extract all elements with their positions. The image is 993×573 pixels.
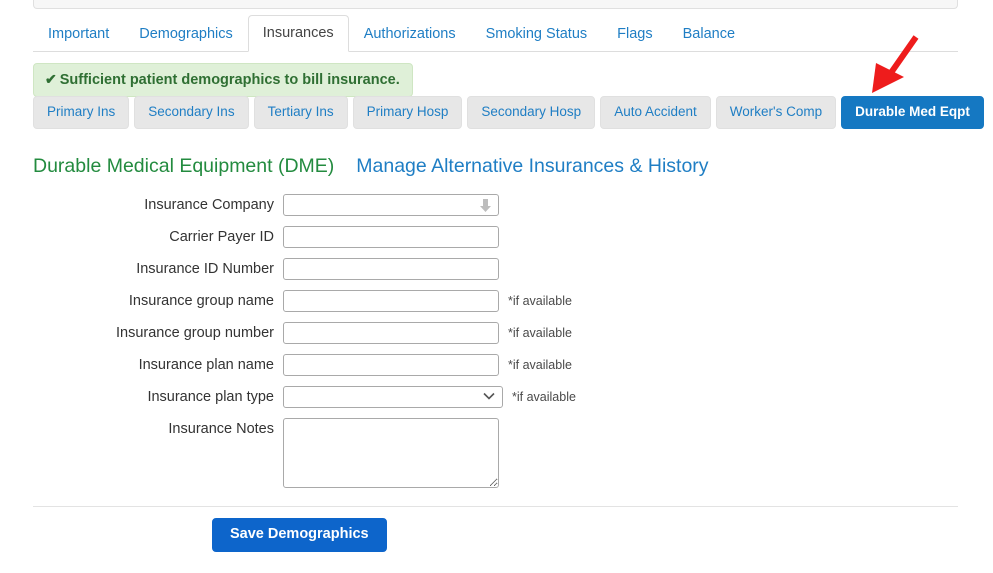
status-banner-demographics: ✔ Sufficient patient demographics to bill… (33, 63, 413, 97)
carrier-payer-id-input[interactable] (283, 226, 499, 248)
hint-insurance-plan-name: *if available (508, 358, 572, 372)
insurance-plan-type-select[interactable] (283, 386, 503, 408)
status-banner-text: Sufficient patient demographics to bill … (59, 72, 400, 88)
subtab-secondary-ins[interactable]: Secondary Ins (134, 96, 249, 129)
form-row-carrier-payer-id: Carrier Payer ID (0, 226, 993, 248)
label-insurance-id-number: Insurance ID Number (136, 261, 274, 277)
insurance-id-number-input[interactable] (283, 258, 499, 280)
form-row-insurance-plan-name: Insurance plan name *if available (0, 354, 993, 376)
save-demographics-button[interactable]: Save Demographics (212, 518, 387, 552)
label-insurance-group-name: Insurance group name (128, 293, 274, 309)
hint-insurance-group-name: *if available (508, 294, 572, 308)
label-insurance-group-number: Insurance group number (116, 325, 274, 341)
label-insurance-notes: Insurance Notes (168, 421, 274, 437)
subtab-tertiary-ins[interactable]: Tertiary Ins (253, 96, 348, 129)
subtab-workers-comp[interactable]: Worker's Comp (715, 96, 837, 129)
subtab-primary-ins[interactable]: Primary Ins (33, 96, 130, 129)
label-insurance-plan-name: Insurance plan name (138, 357, 274, 373)
manage-alternative-insurances-link[interactable]: Manage Alternative Insurances & History (356, 154, 708, 178)
top-panel-edge (33, 0, 958, 9)
form-row-insurance-id-number: Insurance ID Number (0, 258, 993, 280)
form-row-insurance-company: Insurance Company (0, 194, 993, 216)
label-carrier-payer-id: Carrier Payer ID (169, 229, 274, 245)
insurance-plan-name-input[interactable] (283, 354, 499, 376)
page-title: Durable Medical Equipment (DME) (33, 155, 335, 177)
tab-insurances[interactable]: Insurances (247, 15, 349, 52)
label-insurance-plan-type: Insurance plan type (147, 389, 274, 405)
tab-authorizations[interactable]: Authorizations (349, 16, 471, 52)
tab-flags[interactable]: Flags (602, 16, 667, 52)
tab-demographics[interactable]: Demographics (124, 16, 248, 52)
hint-insurance-plan-type: *if available (512, 390, 576, 404)
footer-divider (33, 506, 958, 507)
subtab-primary-hosp[interactable]: Primary Hosp (352, 96, 463, 129)
tab-smoking-status[interactable]: Smoking Status (471, 16, 603, 52)
subtab-secondary-hosp[interactable]: Secondary Hosp (467, 96, 596, 129)
insurance-company-input[interactable] (283, 194, 499, 216)
subtab-durable-med-eqpt[interactable]: Durable Med Eqpt (841, 96, 984, 129)
insurance-group-name-input[interactable] (283, 290, 499, 312)
form-row-insurance-group-number: Insurance group number *if available (0, 322, 993, 344)
tab-balance[interactable]: Balance (668, 16, 750, 52)
hint-insurance-group-number: *if available (508, 326, 572, 340)
check-icon: ✔ (45, 71, 57, 87)
insurance-subtab-bar: Primary Ins Secondary Ins Tertiary Ins P… (33, 96, 984, 129)
label-insurance-company: Insurance Company (144, 197, 274, 213)
insurance-group-number-input[interactable] (283, 322, 499, 344)
main-tab-bar: Important Demographics Insurances Author… (33, 15, 958, 52)
form-row-insurance-group-name: Insurance group name *if available (0, 290, 993, 312)
section-header: Durable Medical Equipment (DME) Manage A… (33, 154, 709, 178)
subtab-auto-accident[interactable]: Auto Accident (600, 96, 711, 129)
form-row-insurance-notes: Insurance Notes (0, 418, 993, 488)
tab-important[interactable]: Important (33, 16, 124, 52)
dme-insurance-form: Insurance Company Carrier Payer ID Insur… (0, 194, 993, 498)
form-row-insurance-plan-type: Insurance plan type *if available (0, 386, 993, 408)
insurance-notes-textarea[interactable] (283, 418, 499, 488)
